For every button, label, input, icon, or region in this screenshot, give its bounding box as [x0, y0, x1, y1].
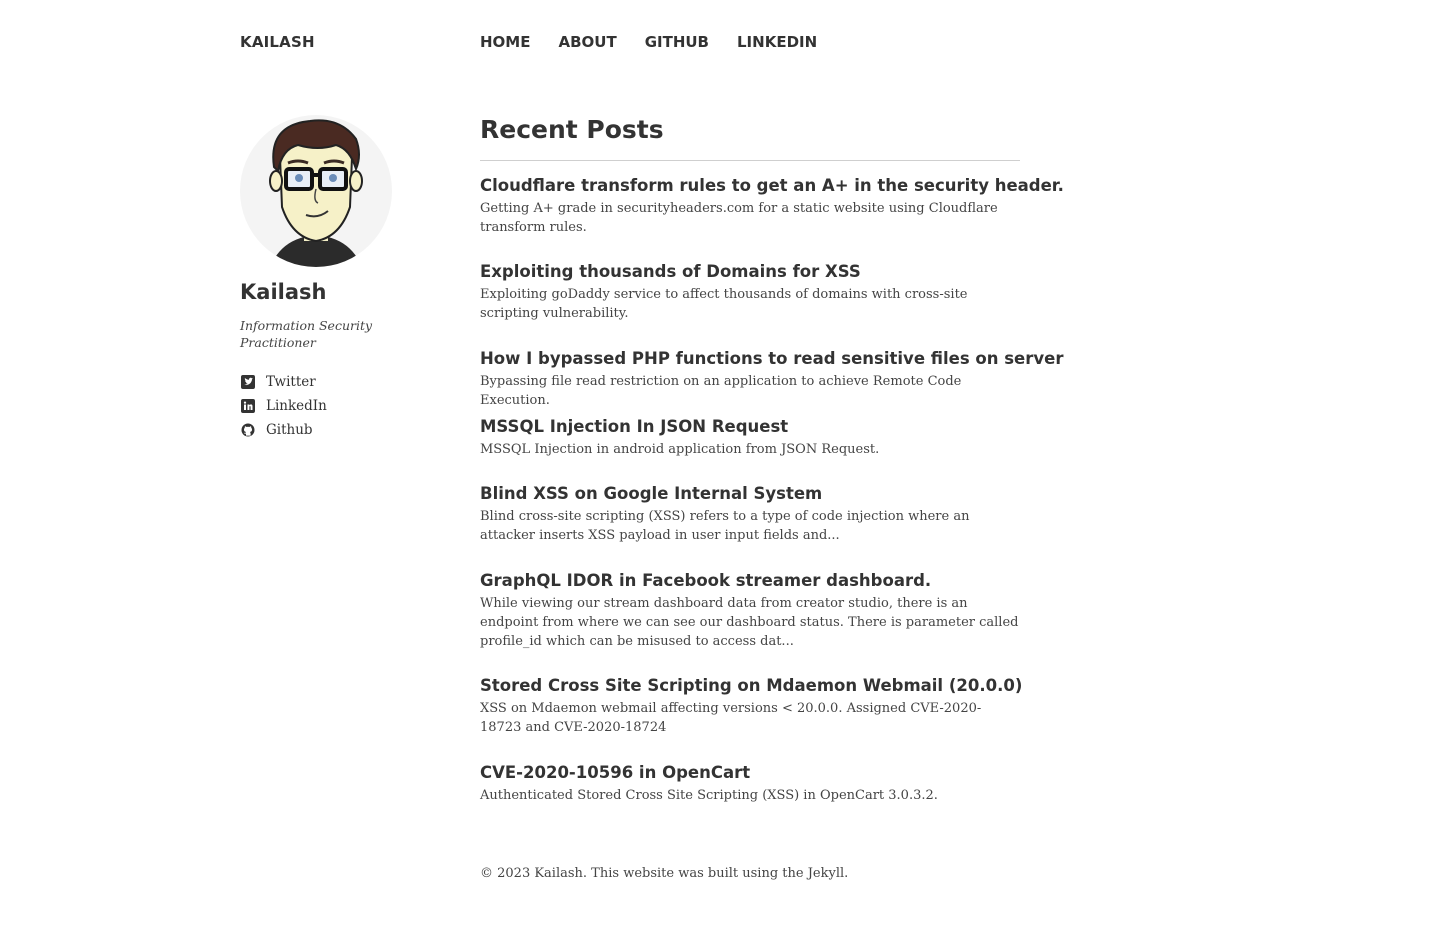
list-item: CVE-2020-10596 in OpenCart Authenticated…: [480, 762, 1020, 805]
list-item: GraphQL IDOR in Facebook streamer dashbo…: [480, 570, 1020, 651]
author-name: Kailash: [240, 280, 327, 304]
post-title-link[interactable]: Stored Cross Site Scripting on Mdaemon W…: [480, 675, 1022, 697]
post-excerpt: While viewing our stream dashboard data …: [480, 596, 1019, 649]
top-nav: HOME ABOUT GITHUB LINKEDIN: [480, 33, 817, 51]
main-content: Recent Posts Cloudflare transform rules …: [480, 112, 1064, 803]
post-excerpt: Bypassing file read restriction on an ap…: [480, 374, 962, 408]
post-excerpt: Getting A+ grade in securityheaders.com …: [480, 201, 998, 235]
post-title-link[interactable]: Cloudflare transform rules to get an A+ …: [480, 175, 1064, 197]
footer: © 2023 Kailash. This website was built u…: [480, 866, 849, 881]
post-excerpt: Exploiting goDaddy service to affect tho…: [480, 287, 968, 321]
list-item: MSSQL Injection In JSON Request MSSQL In…: [480, 416, 1020, 459]
list-item: Exploiting thousands of Domains for XSS …: [480, 261, 1020, 323]
post-excerpt: Blind cross-site scripting (XSS) refers …: [480, 509, 970, 543]
list-item: How I bypassed PHP functions to read sen…: [480, 348, 1063, 410]
post-title-link[interactable]: GraphQL IDOR in Facebook streamer dashbo…: [480, 570, 1020, 592]
github-link[interactable]: Github: [266, 422, 313, 438]
post-excerpt: Authenticated Stored Cross Site Scriptin…: [480, 788, 938, 803]
post-title-link[interactable]: How I bypassed PHP functions to read sen…: [480, 348, 1063, 370]
post-title-link[interactable]: MSSQL Injection In JSON Request: [480, 416, 1020, 438]
list-item: Stored Cross Site Scripting on Mdaemon W…: [480, 675, 1022, 737]
post-title-link[interactable]: CVE-2020-10596 in OpenCart: [480, 762, 1020, 784]
list-item: Cloudflare transform rules to get an A+ …: [480, 175, 1064, 237]
nav-linkedin[interactable]: LINKEDIN: [737, 33, 817, 51]
avatar-illustration: [269, 119, 363, 267]
list-item: Blind XSS on Google Internal System Blin…: [480, 483, 1020, 545]
avatar: [240, 115, 392, 267]
post-title-link[interactable]: Exploiting thousands of Domains for XSS: [480, 261, 1020, 283]
social-item-github[interactable]: Github: [240, 418, 327, 442]
site-title[interactable]: KAILASH: [240, 33, 315, 51]
social-item-twitter[interactable]: Twitter: [240, 370, 327, 394]
post-title-link[interactable]: Blind XSS on Google Internal System: [480, 483, 1020, 505]
post-excerpt: MSSQL Injection in android application f…: [480, 442, 880, 457]
page-title: Recent Posts: [480, 112, 1020, 161]
nav-github[interactable]: GITHUB: [645, 33, 709, 51]
twitter-icon: [240, 374, 256, 390]
social-item-linkedin[interactable]: LinkedIn: [240, 394, 327, 418]
github-icon: [240, 422, 256, 438]
linkedin-link[interactable]: LinkedIn: [266, 398, 327, 414]
twitter-link[interactable]: Twitter: [266, 374, 316, 390]
nav-home[interactable]: HOME: [480, 33, 530, 51]
social-links: Twitter LinkedIn Github: [240, 370, 327, 442]
post-excerpt: XSS on Mdaemon webmail affecting version…: [480, 701, 982, 735]
nav-about[interactable]: ABOUT: [558, 33, 616, 51]
linkedin-icon: [240, 398, 256, 414]
author-bio: Information Security Practitioner: [240, 318, 373, 350]
